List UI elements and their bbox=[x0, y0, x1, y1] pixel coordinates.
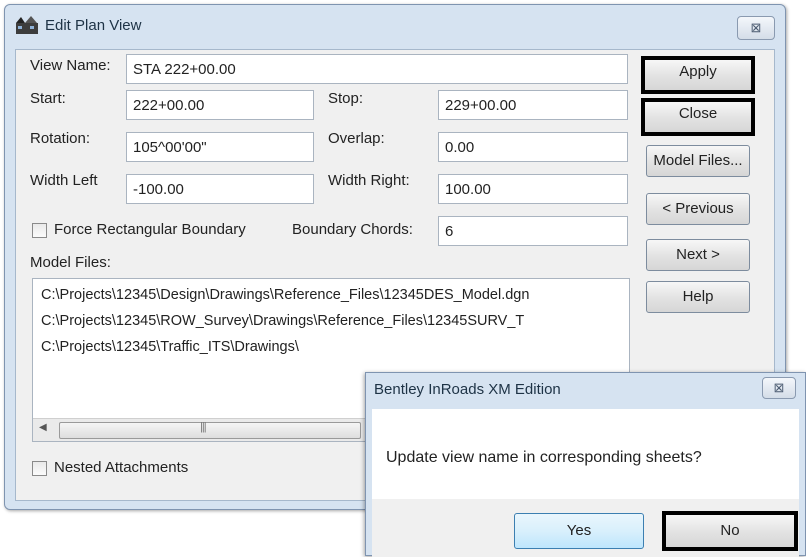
scrollbar-thumb[interactable]: ||| bbox=[59, 421, 361, 439]
width-right-label: Width Right: bbox=[328, 172, 410, 189]
stop-label: Stop: bbox=[328, 90, 364, 107]
close-icon[interactable]: ⊠ bbox=[762, 377, 796, 399]
close-icon[interactable]: ⊠ bbox=[737, 16, 775, 40]
plan-view-icon bbox=[15, 15, 39, 35]
apply-button[interactable]: Apply bbox=[641, 56, 755, 94]
message-box-title: Bentley InRoads XM Edition bbox=[374, 381, 561, 398]
next-button[interactable]: Next > bbox=[646, 239, 750, 271]
overlap-input[interactable]: 0.00 bbox=[438, 132, 628, 162]
model-files-button[interactable]: Model Files... bbox=[646, 145, 750, 177]
previous-button[interactable]: < Previous bbox=[646, 193, 750, 225]
yes-button[interactable]: Yes bbox=[514, 513, 644, 549]
list-item[interactable]: C:\Projects\12345\ROW_Survey\Drawings\Re… bbox=[41, 313, 524, 329]
width-left-label: Width Left bbox=[30, 172, 98, 189]
message-button-bar: Yes No bbox=[372, 499, 799, 557]
view-name-input[interactable]: STA 222+00.00 bbox=[126, 54, 628, 84]
view-name-label: View Name: bbox=[30, 57, 111, 74]
confirm-message-box: Bentley InRoads XM Edition ⊠ Update view… bbox=[365, 372, 806, 557]
message-body: Update view name in corresponding sheets… bbox=[372, 409, 799, 499]
no-button[interactable]: No bbox=[662, 511, 798, 551]
overlap-label: Overlap: bbox=[328, 130, 385, 147]
help-button[interactable]: Help bbox=[646, 281, 750, 313]
dialog-title: Edit Plan View bbox=[45, 17, 142, 34]
width-left-input[interactable]: -100.00 bbox=[126, 174, 314, 204]
list-item[interactable]: C:\Projects\12345\Traffic_ITS\Drawings\ bbox=[41, 339, 299, 355]
start-input[interactable]: 222+00.00 bbox=[126, 90, 314, 120]
list-item[interactable]: C:\Projects\12345\Design\Drawings\Refere… bbox=[41, 287, 529, 303]
nested-attachments-label: Nested Attachments bbox=[54, 459, 189, 476]
rotation-input[interactable]: 105^00'00" bbox=[126, 132, 314, 162]
width-right-input[interactable]: 100.00 bbox=[438, 174, 628, 204]
boundary-chords-label: Boundary Chords: bbox=[292, 221, 413, 238]
message-text: Update view name in corresponding sheets… bbox=[386, 449, 702, 466]
nested-attachments-checkbox[interactable] bbox=[32, 461, 47, 476]
close-button[interactable]: Close bbox=[641, 98, 755, 136]
start-label: Start: bbox=[30, 90, 66, 107]
rotation-label: Rotation: bbox=[30, 130, 91, 147]
force-rectangular-label: Force Rectangular Boundary bbox=[54, 221, 246, 238]
scroll-left-arrow-icon[interactable]: ◀ bbox=[39, 422, 47, 433]
force-rectangular-checkbox[interactable] bbox=[32, 223, 47, 238]
stop-input[interactable]: 229+00.00 bbox=[438, 90, 628, 120]
boundary-chords-input[interactable]: 6 bbox=[438, 216, 628, 246]
scroll-grip-icon: ||| bbox=[200, 421, 207, 433]
model-files-label: Model Files: bbox=[30, 254, 111, 271]
